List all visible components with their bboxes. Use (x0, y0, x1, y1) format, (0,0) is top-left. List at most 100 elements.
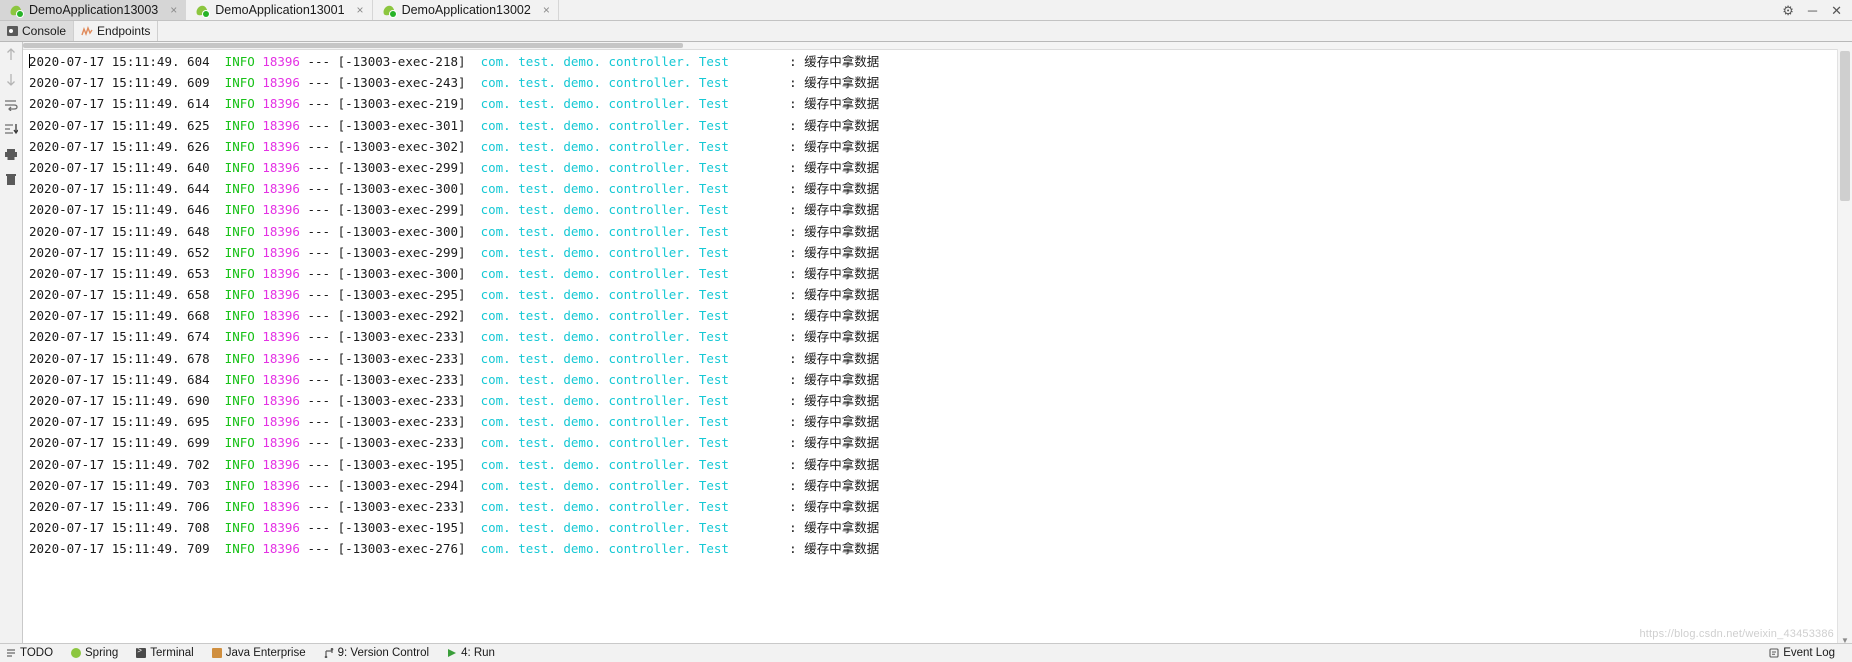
log-dashes: --- (299, 541, 338, 557)
log-logger: com. test. demo. controller. Test (480, 117, 729, 133)
status-item-todo[interactable]: TODO (0, 647, 62, 659)
status-item-version-control[interactable]: 9: Version Control (315, 647, 438, 659)
log-dashes: --- (299, 75, 338, 91)
log-thread: [-13003-exec-294] (337, 477, 481, 493)
status-item-terminal[interactable]: Terminal (127, 646, 202, 659)
status-bar-right: Event Log (1760, 647, 1852, 659)
minimize-icon[interactable]: ─ (1808, 4, 1817, 17)
status-item-spring[interactable]: Spring (62, 647, 127, 659)
log-message: 缓存中拿数据 (804, 350, 880, 366)
vertical-scrollbar[interactable]: ▲ ▼ (1837, 49, 1852, 646)
log-level: INFO (224, 287, 255, 303)
print-icon[interactable] (3, 146, 19, 162)
log-dashes: --- (299, 393, 338, 408)
log-line: 2020-07-17 15:11:49. 702 INFO 18396 --- … (23, 454, 1838, 475)
log-pid: 18396 (262, 287, 300, 303)
log-pid: 18396 (262, 414, 300, 430)
log-separator: : (728, 138, 805, 154)
gear-icon[interactable]: ⚙ (1782, 4, 1794, 17)
log-timestamp: 2020-07-17 15:11:49. 668 (29, 308, 225, 324)
scroll-down-icon[interactable] (3, 71, 19, 87)
log-timestamp: 2020-07-17 15:11:49. 609 (29, 75, 225, 91)
log-message: 缓存中拿数据 (804, 371, 880, 387)
log-logger: com. test. demo. controller. Test (480, 287, 729, 303)
log-dashes: --- (299, 202, 338, 218)
log-timestamp: 2020-07-17 15:11:49. 709 (29, 541, 225, 557)
log-message: 缓存中拿数据 (804, 159, 880, 175)
status-item-label: Terminal (150, 647, 194, 659)
close-icon[interactable]: × (170, 4, 177, 16)
log-thread: [-13003-exec-233] (337, 414, 481, 430)
log-logger: com. test. demo. controller. Test (480, 138, 729, 154)
log-pid: 18396 (262, 456, 300, 472)
log-timestamp: 2020-07-17 15:11:49. 690 (29, 393, 225, 408)
log-pid: 18396 (262, 265, 300, 281)
log-pid: 18396 (262, 498, 300, 514)
log-line: 2020-07-17 15:11:49. 706 INFO 18396 --- … (23, 496, 1838, 517)
status-item-event-log[interactable]: Event Log (1760, 647, 1844, 659)
log-logger: com. test. demo. controller. Test (480, 75, 729, 91)
log-logger: com. test. demo. controller. Test (480, 520, 729, 536)
log-logger: com. test. demo. controller. Test (480, 393, 729, 408)
log-timestamp: 2020-07-17 15:11:49. 702 (29, 456, 225, 472)
console-body: 2020-07-17 15:11:49. 604 INFO 18396 --- … (0, 42, 1852, 646)
log-level: INFO (224, 138, 255, 154)
close-icon[interactable]: × (543, 4, 550, 16)
close-window-icon[interactable]: ✕ (1831, 4, 1842, 17)
tab-endpoints[interactable]: Endpoints (74, 21, 159, 41)
log-line: 2020-07-17 15:11:49. 648 INFO 18396 --- … (23, 221, 1838, 242)
status-item-run[interactable]: 4: Run (438, 647, 504, 659)
log-message: 缓存中拿数据 (804, 287, 880, 303)
horizontal-scrollbar-thumb[interactable] (23, 43, 683, 48)
vertical-scrollbar-thumb[interactable] (1840, 51, 1850, 201)
log-level: INFO (224, 520, 255, 536)
log-thread: [-13003-exec-233] (337, 371, 481, 387)
log-level: INFO (224, 456, 255, 472)
log-timestamp: 2020-07-17 15:11:49. 658 (29, 287, 225, 303)
status-item-java-enterprise[interactable]: Java Enterprise (203, 647, 315, 659)
log-line: 2020-07-17 15:11:49. 703 INFO 18396 --- … (23, 475, 1838, 496)
status-item-label: Java Enterprise (225, 647, 306, 659)
clear-all-icon[interactable] (3, 171, 19, 187)
run-tab-demoapplication13001[interactable]: DemoApplication13001 × (186, 0, 373, 20)
log-line: 2020-07-17 15:11:49. 678 INFO 18396 --- … (23, 348, 1838, 369)
log-level: INFO (224, 477, 255, 493)
log-line: 2020-07-17 15:11:49. 653 INFO 18396 --- … (23, 263, 1838, 284)
log-pid: 18396 (262, 75, 300, 91)
todo-icon (6, 648, 16, 658)
log-logger: com. test. demo. controller. Test (480, 265, 729, 281)
log-line: 2020-07-17 15:11:49. 690 INFO 18396 --- … (23, 390, 1838, 411)
soft-wrap-icon[interactable] (3, 96, 19, 112)
log-level: INFO (224, 414, 255, 430)
log-level: INFO (224, 159, 255, 175)
log-timestamp: 2020-07-17 15:11:49. 644 (29, 181, 225, 197)
log-thread: [-13003-exec-233] (337, 498, 481, 514)
log-thread: [-13003-exec-233] (337, 393, 481, 408)
log-message: 缓存中拿数据 (804, 265, 880, 281)
log-message: 缓存中拿数据 (804, 541, 880, 557)
scroll-to-end-icon[interactable] (3, 121, 19, 137)
scroll-up-icon[interactable] (3, 46, 19, 62)
log-line: 2020-07-17 15:11:49. 614 INFO 18396 --- … (23, 93, 1838, 114)
log-thread: [-13003-exec-300] (337, 265, 481, 281)
log-thread: [-13003-exec-292] (337, 308, 481, 324)
log-message: 缓存中拿数据 (804, 477, 880, 493)
tab-console[interactable]: Console (0, 21, 75, 41)
log-output[interactable]: 2020-07-17 15:11:49. 604 INFO 18396 --- … (23, 49, 1838, 646)
log-separator: : (728, 181, 805, 197)
tab-endpoints-label: Endpoints (97, 24, 151, 38)
log-message: 缓存中拿数据 (804, 181, 880, 197)
log-line: 2020-07-17 15:11:49. 625 INFO 18396 --- … (23, 115, 1838, 136)
log-pid: 18396 (262, 520, 300, 536)
run-tab-demoapplication13003[interactable]: DemoApplication13003 × (0, 0, 187, 20)
log-thread: [-13003-exec-299] (337, 159, 481, 175)
close-icon[interactable]: × (357, 4, 364, 16)
run-tab-demoapplication13002[interactable]: DemoApplication13002 × (372, 0, 559, 20)
log-level: INFO (224, 371, 255, 387)
java-enterprise-icon (211, 648, 222, 658)
log-separator: : (728, 541, 805, 557)
log-pid: 18396 (262, 138, 300, 154)
log-line: 2020-07-17 15:11:49. 668 INFO 18396 --- … (23, 305, 1838, 326)
log-thread: [-13003-exec-299] (337, 244, 481, 260)
log-logger: com. test. demo. controller. Test (480, 223, 729, 239)
